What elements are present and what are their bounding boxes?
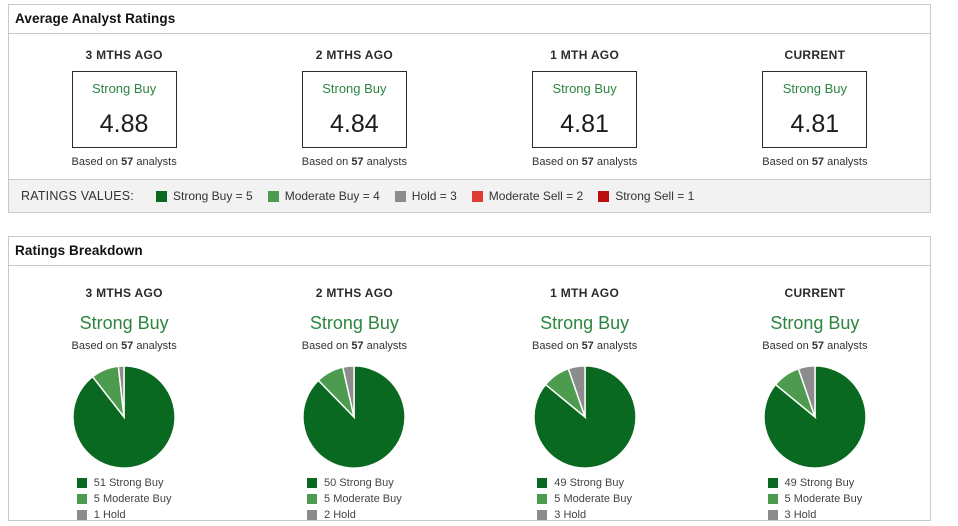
- legend-row-strong-buy: 50 Strong Buy: [307, 477, 402, 489]
- based-on-text: Based on 57 analysts: [532, 340, 638, 352]
- moderate-buy-swatch-icon: [537, 494, 548, 504]
- legend-row-moderate-buy: 5 Moderate Buy: [767, 493, 862, 505]
- rating-box: Strong Buy 4.88: [71, 71, 177, 148]
- based-on-text: Based on 57 analysts: [762, 340, 868, 352]
- rating-box: Strong Buy 4.81: [532, 71, 638, 148]
- legend-item-strong-buy: Strong Buy = 5: [155, 189, 253, 203]
- legend-row-hold: 1 Hold: [76, 509, 172, 521]
- avg-column-2mths: 2 MTHS AGO Strong Buy 4.84 Based on 57 a…: [239, 48, 469, 168]
- legend-item-hold: Hold = 3: [394, 189, 457, 203]
- ratings-breakdown-title: Ratings Breakdown: [9, 237, 930, 266]
- hold-swatch-icon: [767, 510, 778, 520]
- ratings-values-bar: RATINGS VALUES: Strong Buy = 5 Moderate …: [9, 179, 930, 212]
- average-ratings-panel: Average Analyst Ratings 3 MTHS AGO Stron…: [8, 4, 931, 213]
- strong-buy-swatch-icon: [155, 190, 167, 202]
- rating-text: Strong Buy: [782, 81, 848, 96]
- analyst-count: 57: [121, 156, 134, 168]
- based-on-text: Based on 57 analysts: [71, 156, 177, 168]
- avg-column-current: CURRENT Strong Buy 4.81 Based on 57 anal…: [700, 48, 930, 168]
- average-ratings-grid: 3 MTHS AGO Strong Buy 4.88 Based on 57 a…: [9, 34, 930, 179]
- avg-column-3mths: 3 MTHS AGO Strong Buy 4.88 Based on 57 a…: [9, 48, 239, 168]
- based-on-text: Based on 57 analysts: [301, 340, 407, 352]
- consensus-rating: Strong Buy: [540, 313, 630, 333]
- strong-sell-swatch-icon: [598, 190, 610, 202]
- hold-swatch-icon: [76, 510, 87, 520]
- legend-item-moderate-buy: Moderate Buy = 4: [267, 189, 380, 203]
- rating-box: Strong Buy 4.81: [762, 71, 868, 148]
- analyst-count: 57: [351, 156, 364, 168]
- rating-text: Strong Buy: [322, 81, 387, 96]
- rating-value: 4.88: [99, 110, 149, 138]
- based-on-text: Based on 57 analysts: [301, 156, 407, 168]
- pie-legend: 49 Strong Buy 5 Moderate Buy 3 Hold: [537, 477, 632, 525]
- legend-row-hold: 2 Hold: [307, 509, 402, 521]
- strong-buy-swatch-icon: [767, 478, 778, 488]
- period-label: 1 MTH AGO: [550, 286, 620, 300]
- period-label: CURRENT: [784, 48, 846, 62]
- pie-legend: 51 Strong Buy 5 Moderate Buy 1 Hold: [76, 477, 172, 525]
- rating-text: Strong Buy: [552, 81, 617, 96]
- consensus-rating: Strong Buy: [79, 313, 169, 333]
- rating-value: 4.81: [790, 110, 840, 138]
- period-label: 3 MTHS AGO: [85, 48, 163, 62]
- legend-item-moderate-sell: Moderate Sell = 2: [471, 189, 583, 203]
- legend-row-moderate-buy: 5 Moderate Buy: [537, 493, 632, 505]
- period-label: 1 MTH AGO: [550, 48, 620, 62]
- pie-legend: 50 Strong Buy 5 Moderate Buy 2 Hold: [307, 477, 402, 525]
- breakdown-column-2mths: 2 MTHS AGO Strong Buy Based on 57 analys…: [239, 286, 469, 525]
- analyst-count: 57: [121, 340, 134, 352]
- legend-row-moderate-buy: 5 Moderate Buy: [76, 493, 171, 505]
- rating-box: Strong Buy 4.84: [301, 71, 407, 148]
- rating-text: Strong Buy: [91, 81, 157, 96]
- based-on-text: Based on 57 analysts: [762, 156, 868, 168]
- hold-swatch-icon: [394, 190, 406, 202]
- analyst-count: 57: [581, 156, 594, 168]
- pie-chart: [763, 365, 867, 469]
- pie-chart: [302, 365, 407, 469]
- avg-column-1mth: 1 MTH AGO Strong Buy 4.81 Based on 57 an…: [470, 48, 700, 168]
- based-on-text: Based on 57 analysts: [71, 340, 177, 352]
- analyst-count: 57: [351, 340, 364, 352]
- legend-row-moderate-buy: 5 Moderate Buy: [307, 493, 402, 505]
- analyst-count: 57: [811, 156, 825, 168]
- legend-row-hold: 3 Hold: [767, 509, 863, 521]
- analyst-count: 57: [581, 340, 594, 352]
- legend-row-hold: 3 Hold: [537, 509, 632, 521]
- period-label: CURRENT: [784, 286, 846, 300]
- moderate-buy-swatch-icon: [76, 494, 87, 504]
- analyst-count: 57: [811, 340, 825, 352]
- consensus-rating: Strong Buy: [309, 313, 399, 333]
- rating-value: 4.81: [560, 110, 609, 138]
- legend-row-strong-buy: 51 Strong Buy: [76, 477, 172, 489]
- moderate-buy-swatch-icon: [267, 190, 279, 202]
- consensus-rating: Strong Buy: [770, 313, 860, 333]
- period-label: 2 MTHS AGO: [315, 286, 393, 300]
- based-on-text: Based on 57 analysts: [532, 156, 638, 168]
- legend-item-strong-sell: Strong Sell = 1: [598, 189, 694, 203]
- hold-swatch-icon: [307, 510, 318, 520]
- period-label: 2 MTHS AGO: [315, 48, 393, 62]
- rating-value: 4.84: [330, 110, 379, 138]
- pie-chart: [72, 365, 176, 469]
- breakdown-column-1mth: 1 MTH AGO Strong Buy Based on 57 analyst…: [470, 286, 700, 525]
- breakdown-column-current: CURRENT Strong Buy Based on 57 analysts …: [700, 286, 930, 525]
- ratings-breakdown-grid: 3 MTHS AGO Strong Buy Based on 57 analys…: [9, 266, 930, 525]
- average-ratings-title: Average Analyst Ratings: [9, 5, 930, 34]
- strong-buy-swatch-icon: [537, 478, 548, 488]
- ratings-values-label: RATINGS VALUES:: [21, 189, 134, 203]
- moderate-sell-swatch-icon: [471, 190, 483, 202]
- moderate-buy-swatch-icon: [767, 494, 778, 504]
- pie-legend: 49 Strong Buy 5 Moderate Buy 3 Hold: [767, 477, 863, 525]
- period-label: 3 MTHS AGO: [85, 286, 163, 300]
- moderate-buy-swatch-icon: [307, 494, 318, 504]
- hold-swatch-icon: [537, 510, 548, 520]
- breakdown-column-3mths: 3 MTHS AGO Strong Buy Based on 57 analys…: [9, 286, 239, 525]
- ratings-breakdown-panel: Ratings Breakdown 3 MTHS AGO Strong Buy …: [8, 236, 931, 521]
- strong-buy-swatch-icon: [307, 478, 318, 488]
- strong-buy-swatch-icon: [76, 478, 87, 488]
- legend-row-strong-buy: 49 Strong Buy: [537, 477, 632, 489]
- legend-row-strong-buy: 49 Strong Buy: [767, 477, 863, 489]
- pie-chart: [532, 365, 637, 469]
